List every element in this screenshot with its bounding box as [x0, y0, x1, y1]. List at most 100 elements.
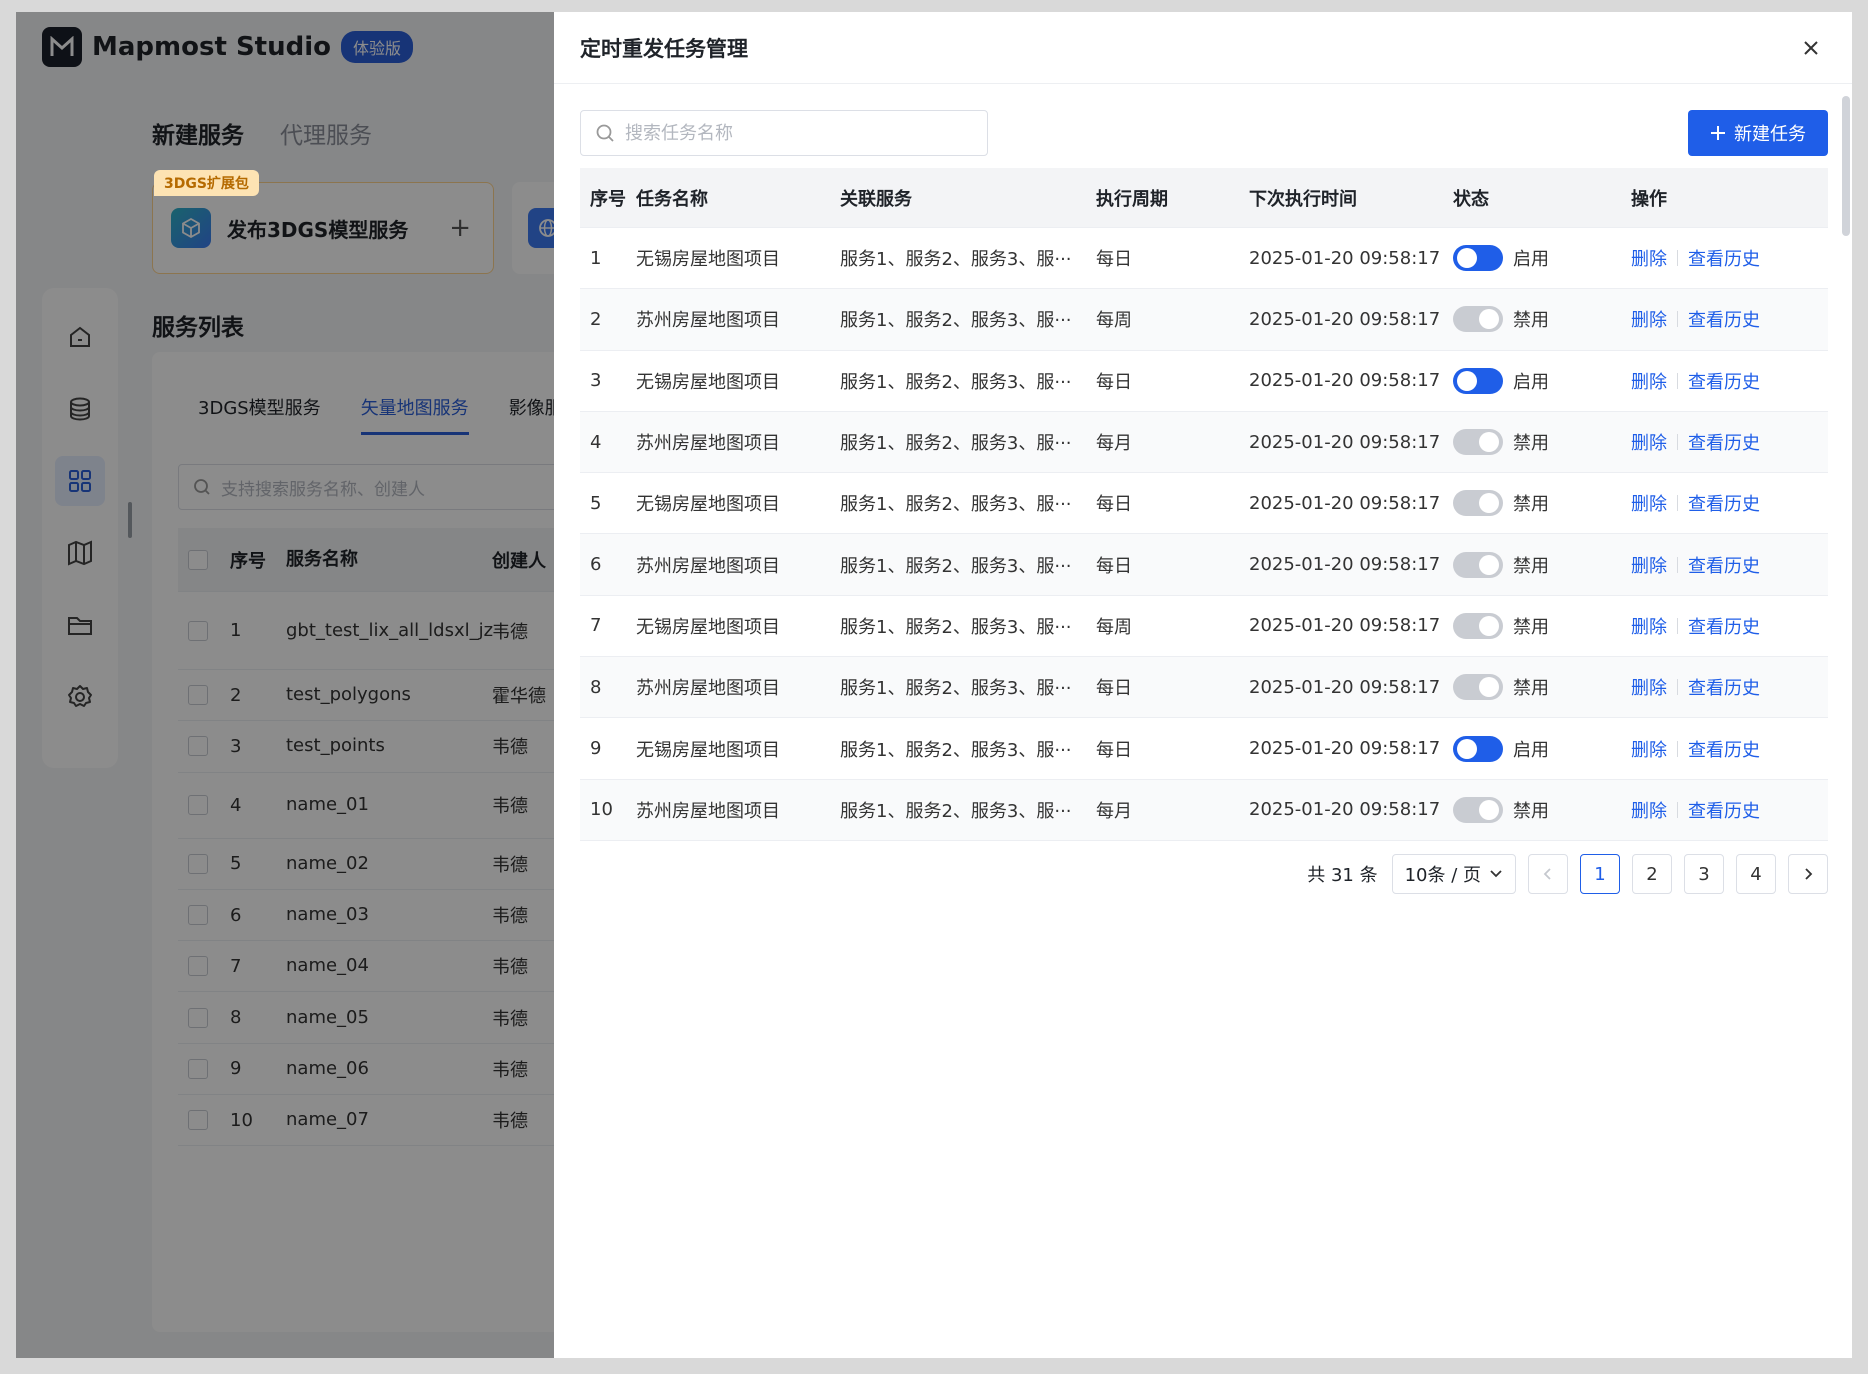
view-history-link[interactable]: 查看历史	[1688, 429, 1760, 455]
row-status: 启用	[1453, 245, 1631, 272]
delete-link[interactable]: 删除	[1631, 674, 1667, 700]
row-next-run: 2025-01-20 09:58:17	[1249, 738, 1441, 760]
delete-link[interactable]: 删除	[1631, 613, 1667, 639]
row-actions: 删除 查看历史	[1631, 245, 1828, 271]
row-no: 3	[590, 370, 602, 392]
scroll-thumb[interactable]	[1842, 96, 1850, 236]
delete-link[interactable]: 删除	[1631, 552, 1667, 578]
view-history-link[interactable]: 查看历史	[1688, 797, 1760, 823]
view-history-link[interactable]: 查看历史	[1688, 306, 1760, 332]
delete-link[interactable]: 删除	[1631, 797, 1667, 823]
status-toggle[interactable]	[1453, 245, 1503, 272]
delete-link[interactable]: 删除	[1631, 245, 1667, 271]
view-history-link[interactable]: 查看历史	[1688, 613, 1760, 639]
view-history-link[interactable]: 查看历史	[1688, 245, 1760, 271]
extension-tag: 3DGS扩展包	[154, 170, 259, 196]
toggle-knob	[1457, 738, 1477, 759]
action-divider	[1677, 556, 1678, 573]
row-task-name: 无锡房屋地图项目	[636, 739, 780, 761]
row-status: 禁用	[1453, 551, 1631, 578]
page-button-2[interactable]: 2	[1632, 854, 1672, 894]
header-services: 关联服务	[840, 188, 912, 210]
status-toggle[interactable]	[1453, 490, 1503, 517]
row-actions: 删除 查看历史	[1631, 613, 1828, 639]
status-toggle[interactable]	[1453, 367, 1503, 394]
drawer-title: 定时重发任务管理	[580, 36, 748, 61]
row-services: 服务1、服务2、服务3、服···	[840, 800, 1072, 822]
status-toggle[interactable]	[1453, 429, 1503, 456]
row-services: 服务1、服务2、服务3、服···	[840, 310, 1072, 332]
toggle-knob	[1479, 554, 1499, 575]
row-task-name: 无锡房屋地图项目	[636, 249, 780, 271]
toggle-knob	[1479, 432, 1499, 453]
delete-link[interactable]: 删除	[1631, 306, 1667, 332]
action-divider	[1677, 740, 1678, 757]
row-no: 10	[590, 799, 613, 821]
row-next-run: 2025-01-20 09:58:17	[1249, 370, 1441, 392]
row-no: 8	[590, 676, 602, 698]
row-no: 1	[590, 247, 602, 269]
row-status: 禁用	[1453, 306, 1631, 333]
new-task-button[interactable]: 新建任务	[1688, 110, 1828, 156]
view-history-link[interactable]: 查看历史	[1688, 552, 1760, 578]
delete-link[interactable]: 删除	[1631, 368, 1667, 394]
page-button-1[interactable]: 1	[1580, 854, 1620, 894]
task-search-box[interactable]	[580, 110, 988, 156]
view-history-link[interactable]: 查看历史	[1688, 368, 1760, 394]
page-button-3[interactable]: 3	[1684, 854, 1724, 894]
status-label: 禁用	[1513, 800, 1549, 822]
row-task-name: 苏州房屋地图项目	[636, 555, 780, 577]
delete-link[interactable]: 删除	[1631, 429, 1667, 455]
view-history-link[interactable]: 查看历史	[1688, 736, 1760, 762]
prev-page-button[interactable]	[1528, 854, 1568, 894]
row-period: 每日	[1096, 678, 1132, 700]
row-status: 启用	[1453, 367, 1631, 394]
close-button[interactable]	[1796, 33, 1826, 63]
row-services: 服务1、服务2、服务3、服···	[840, 678, 1072, 700]
action-divider	[1677, 372, 1678, 389]
task-search-input[interactable]	[625, 122, 965, 144]
toggle-knob	[1479, 799, 1499, 820]
row-next-run: 2025-01-20 09:58:17	[1249, 615, 1441, 637]
row-status: 禁用	[1453, 674, 1631, 701]
delete-link[interactable]: 删除	[1631, 736, 1667, 762]
row-services: 服务1、服务2、服务3、服···	[840, 433, 1072, 455]
status-toggle[interactable]	[1453, 306, 1503, 333]
status-label: 启用	[1513, 739, 1549, 761]
row-next-run: 2025-01-20 09:58:17	[1249, 799, 1441, 821]
delete-link[interactable]: 删除	[1631, 490, 1667, 516]
row-period: 每周	[1096, 310, 1132, 332]
row-period: 每日	[1096, 555, 1132, 577]
row-no: 7	[590, 615, 602, 637]
view-history-link[interactable]: 查看历史	[1688, 490, 1760, 516]
page-button-4[interactable]: 4	[1736, 854, 1776, 894]
toggle-knob	[1457, 370, 1477, 391]
status-toggle[interactable]	[1453, 796, 1503, 823]
status-label: 启用	[1513, 371, 1549, 393]
page-size-select[interactable]: 10条 / 页	[1391, 854, 1516, 894]
row-services: 服务1、服务2、服务3、服···	[840, 616, 1072, 638]
row-next-run: 2025-01-20 09:58:17	[1249, 308, 1441, 330]
table-row: 6 苏州房屋地图项目 服务1、服务2、服务3、服··· 每日 2025-01-20 09…	[580, 534, 1828, 596]
row-task-name: 苏州房屋地图项目	[636, 433, 780, 455]
row-actions: 删除 查看历史	[1631, 368, 1828, 394]
row-period: 每月	[1096, 433, 1132, 455]
row-next-run: 2025-01-20 09:58:17	[1249, 492, 1441, 514]
page-size-value: 10条 / 页	[1404, 865, 1481, 886]
row-no: 6	[590, 554, 602, 576]
status-toggle[interactable]	[1453, 674, 1503, 701]
row-services: 服务1、服务2、服务3、服···	[840, 249, 1072, 271]
row-actions: 删除 查看历史	[1631, 736, 1828, 762]
row-period: 每月	[1096, 800, 1132, 822]
status-toggle[interactable]	[1453, 612, 1503, 639]
row-task-name: 苏州房屋地图项目	[636, 800, 780, 822]
view-history-link[interactable]: 查看历史	[1688, 674, 1760, 700]
action-divider	[1677, 434, 1678, 451]
status-toggle[interactable]	[1453, 551, 1503, 578]
search-icon	[596, 124, 614, 142]
next-page-button[interactable]	[1788, 854, 1828, 894]
table-row: 3 无锡房屋地图项目 服务1、服务2、服务3、服··· 每日 2025-01-20 09…	[580, 351, 1828, 412]
drawer-scrollbar[interactable]	[1840, 84, 1852, 1358]
status-toggle[interactable]	[1453, 735, 1503, 762]
header-status: 状态	[1453, 188, 1489, 210]
